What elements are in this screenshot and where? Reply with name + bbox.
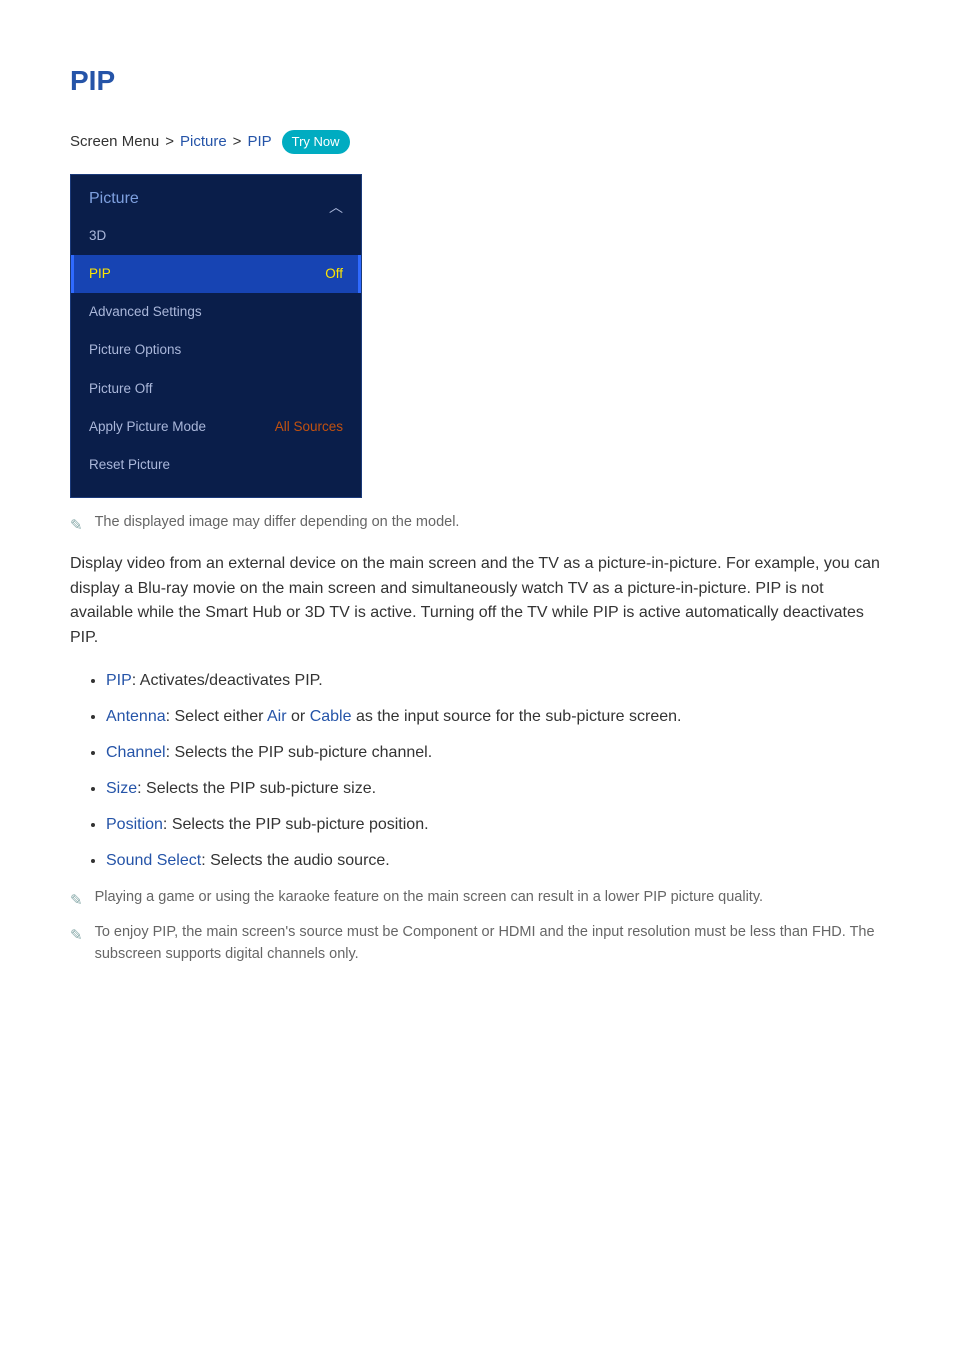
page-title: PIP bbox=[70, 60, 884, 102]
chevron-right-icon: > bbox=[165, 131, 174, 154]
menu-item-apply-picture-mode[interactable]: Apply Picture Mode All Sources bbox=[71, 408, 361, 446]
setting-label-antenna: Antenna bbox=[106, 708, 166, 725]
note-text: To enjoy PIP, the main screen's source m… bbox=[95, 922, 884, 966]
breadcrumb-pip[interactable]: PIP bbox=[247, 131, 271, 154]
menu-header-title: Picture bbox=[89, 187, 139, 211]
note-icon: ✎ bbox=[70, 515, 83, 538]
breadcrumb: Screen Menu > Picture > PIP Try Now bbox=[70, 130, 884, 154]
menu-item-label: 3D bbox=[89, 226, 106, 246]
menu-item-value: All Sources bbox=[275, 417, 343, 437]
menu-item-label: Picture Off bbox=[89, 379, 153, 399]
list-item: Sound Select: Selects the audio source. bbox=[106, 849, 884, 873]
menu-item-3d[interactable]: 3D bbox=[71, 217, 361, 255]
note-text: The displayed image may differ depending… bbox=[95, 512, 460, 534]
setting-desc: : Activates/deactivates PIP. bbox=[132, 672, 323, 689]
menu-item-label: Picture Options bbox=[89, 340, 181, 360]
setting-desc: : Selects the PIP sub-picture size. bbox=[137, 780, 376, 797]
setting-desc-post: as the input source for the sub-picture … bbox=[352, 708, 682, 725]
setting-label-size: Size bbox=[106, 780, 137, 797]
option-air: Air bbox=[267, 708, 287, 725]
setting-label-sound-select: Sound Select bbox=[106, 852, 201, 869]
menu-item-label: Reset Picture bbox=[89, 455, 170, 475]
menu-item-value: Off bbox=[325, 264, 343, 284]
setting-label-channel: Channel bbox=[106, 744, 166, 761]
note-icon: ✎ bbox=[70, 890, 83, 913]
chevron-right-icon: > bbox=[233, 131, 242, 154]
menu-header: Picture ︿ bbox=[71, 175, 361, 217]
menu-item-label: PIP bbox=[89, 264, 111, 284]
list-item: Size: Selects the PIP sub-picture size. bbox=[106, 777, 884, 801]
setting-desc: : Selects the audio source. bbox=[201, 852, 390, 869]
menu-item-advanced-settings[interactable]: Advanced Settings bbox=[71, 293, 361, 331]
setting-desc: : Selects the PIP sub-picture position. bbox=[163, 816, 429, 833]
menu-item-label: Advanced Settings bbox=[89, 302, 202, 322]
setting-label-pip: PIP bbox=[106, 672, 132, 689]
breadcrumb-root: Screen Menu bbox=[70, 131, 159, 154]
setting-label-position: Position bbox=[106, 816, 163, 833]
menu-item-reset-picture[interactable]: Reset Picture bbox=[71, 446, 361, 497]
breadcrumb-picture[interactable]: Picture bbox=[180, 131, 227, 154]
settings-list: PIP: Activates/deactivates PIP. Antenna:… bbox=[70, 669, 884, 873]
list-item: Channel: Selects the PIP sub-picture cha… bbox=[106, 741, 884, 765]
try-now-badge[interactable]: Try Now bbox=[282, 130, 350, 154]
list-item: Position: Selects the PIP sub-picture po… bbox=[106, 813, 884, 837]
note-image-differ: ✎ The displayed image may differ dependi… bbox=[70, 512, 884, 538]
setting-desc-mid: or bbox=[287, 708, 310, 725]
chevron-up-icon: ︿ bbox=[329, 197, 343, 218]
menu-item-pip[interactable]: PIP Off bbox=[71, 255, 361, 293]
menu-item-picture-off[interactable]: Picture Off bbox=[71, 370, 361, 408]
menu-item-picture-options[interactable]: Picture Options bbox=[71, 331, 361, 369]
menu-preview: Picture ︿ 3D PIP Off Advanced Settings P… bbox=[70, 174, 362, 499]
note-source-requirement: ✎ To enjoy PIP, the main screen's source… bbox=[70, 922, 884, 966]
note-icon: ✎ bbox=[70, 925, 83, 948]
option-cable: Cable bbox=[310, 708, 352, 725]
note-game-karaoke: ✎ Playing a game or using the karaoke fe… bbox=[70, 887, 884, 913]
list-item: PIP: Activates/deactivates PIP. bbox=[106, 669, 884, 693]
setting-desc: : Selects the PIP sub-picture channel. bbox=[166, 744, 433, 761]
menu-item-label: Apply Picture Mode bbox=[89, 417, 206, 437]
intro-paragraph: Display video from an external device on… bbox=[70, 552, 884, 651]
setting-desc-pre: : Select either bbox=[166, 708, 267, 725]
list-item: Antenna: Select either Air or Cable as t… bbox=[106, 705, 884, 729]
note-text: Playing a game or using the karaoke feat… bbox=[95, 887, 763, 909]
